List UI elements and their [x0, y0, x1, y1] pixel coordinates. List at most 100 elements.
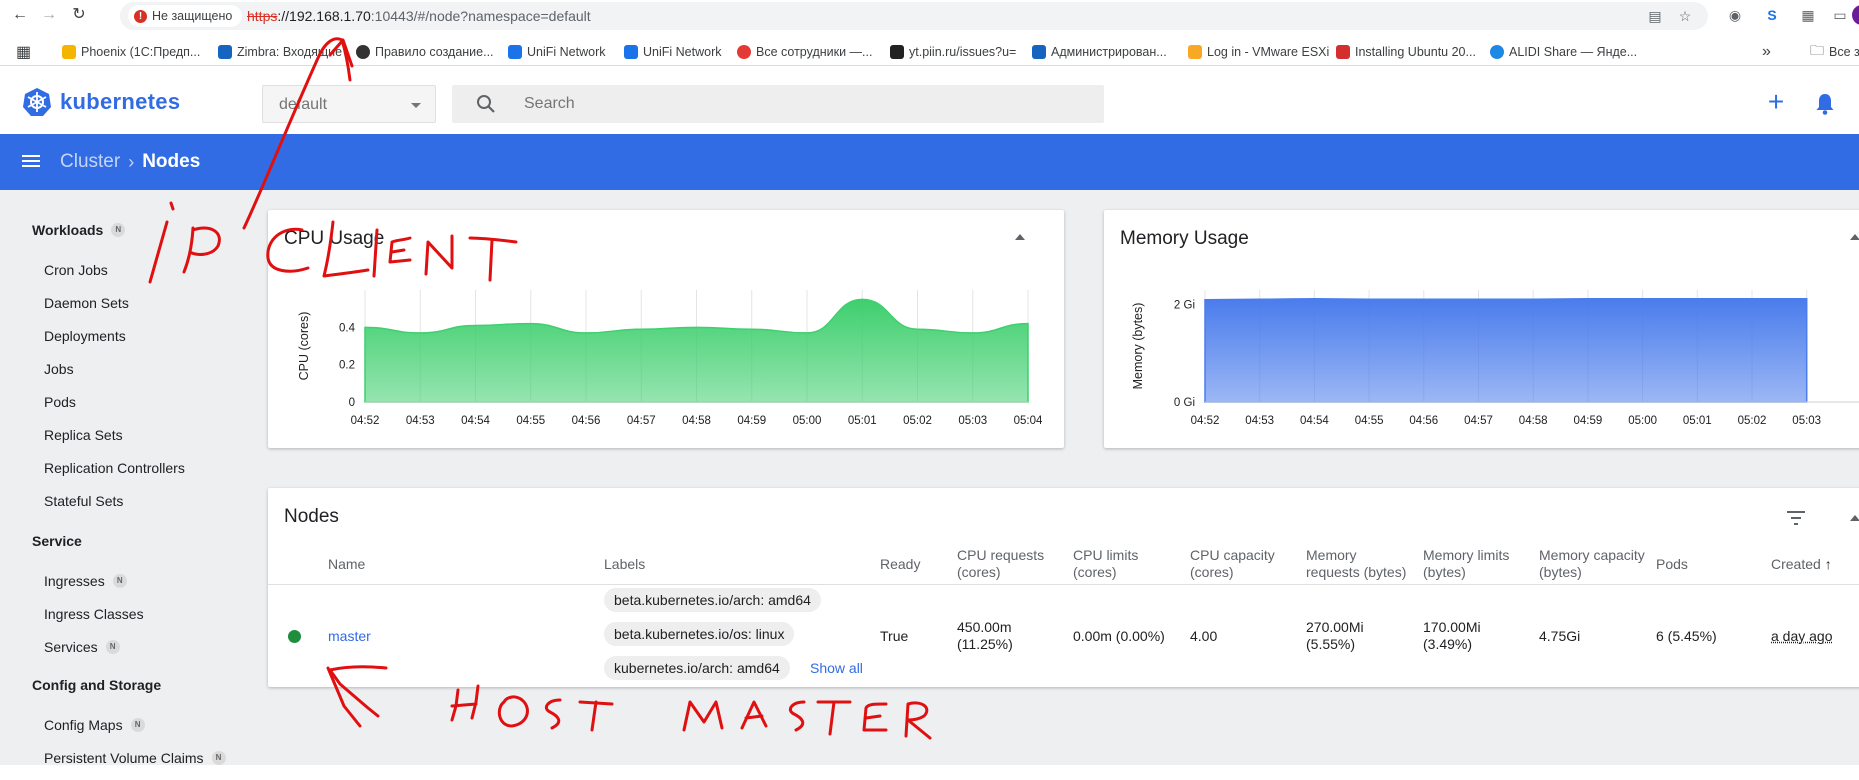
folder-icon: 🗀: [1810, 42, 1824, 58]
address-bar[interactable]: ! Не защищено https://192.168.1.70:10443…: [120, 2, 1708, 30]
x-tick-label: 04:54: [461, 415, 490, 427]
sidebar-item-services[interactable]: Services N: [44, 639, 120, 655]
reload-icon[interactable]: ↻: [68, 4, 90, 26]
sidebar-item-persistent-volume-claims[interactable]: Persistent Volume Claims N: [44, 750, 226, 766]
bookmark-favicon-icon: [1490, 45, 1504, 59]
back-arrow-icon[interactable]: ←: [9, 4, 31, 26]
url-path: :10443/#/node?namespace=default: [370, 8, 591, 24]
bookmark-item[interactable]: UniFi Network: [508, 42, 606, 62]
breadcrumb-current: Nodes: [142, 151, 201, 172]
sidebar-item-stateful-sets[interactable]: Stateful Sets: [44, 493, 123, 509]
extension-icon[interactable]: ◉: [1725, 5, 1745, 25]
sidebar-item-daemon-sets[interactable]: Daemon Sets: [44, 295, 129, 311]
x-tick-label: 05:04: [1014, 415, 1043, 427]
x-tick-label: 04:56: [1409, 415, 1438, 427]
memory-usage-chart: 04:52 04:53 04:54 04:55 04:56 04:57 04:58 04:59…: [1131, 290, 1859, 427]
search-input[interactable]: [524, 85, 1084, 123]
bookmark-item[interactable]: ALIDI Share — Янде...: [1490, 42, 1637, 62]
x-tick-label: 05:01: [848, 415, 877, 427]
bookmark-folder[interactable]: 🗀 Все з: [1810, 42, 1859, 62]
namespaced-badge: N: [112, 574, 127, 588]
sidebar-item-pods[interactable]: Pods: [44, 394, 76, 410]
namespaced-badge: N: [105, 640, 120, 654]
puzzle-icon[interactable]: ▦: [1798, 5, 1818, 25]
search-box[interactable]: [452, 85, 1104, 123]
bookmark-item[interactable]: Log in - VMware ESXi: [1188, 42, 1329, 62]
x-tick-label: 04:55: [516, 415, 545, 427]
bookmark-item[interactable]: Администрирован...: [1032, 42, 1167, 62]
sidebar-item-ingress-classes[interactable]: Ingress Classes: [44, 606, 144, 622]
url-text[interactable]: https://192.168.1.70:10443/#/node?namesp…: [247, 2, 591, 30]
search-icon: [477, 95, 495, 113]
bookmark-favicon-icon: [1336, 45, 1350, 59]
pods-value: 6 (5.45%): [1656, 628, 1717, 644]
security-warning-chip[interactable]: ! Не защищено: [128, 5, 243, 27]
x-tick-label: 05:01: [1683, 415, 1712, 427]
bookmark-item[interactable]: Все сотрудники —...: [737, 42, 872, 62]
bottom-strip: [0, 765, 1859, 780]
hamburger-menu-icon[interactable]: [22, 152, 42, 172]
sidebar-group-service[interactable]: Service: [32, 533, 82, 549]
bookmark-star-icon[interactable]: ☆: [1676, 7, 1694, 25]
show-all-labels-link[interactable]: Show all: [810, 660, 863, 677]
sidebar-item-config-maps[interactable]: Config Maps N: [44, 717, 145, 733]
x-tick-label: 04:59: [1574, 415, 1603, 427]
bookmark-item[interactable]: Правило создание...: [356, 42, 494, 62]
s-extension-icon[interactable]: S: [1762, 5, 1782, 25]
logo-text: kubernetes: [60, 89, 181, 114]
x-tick-label: 04:57: [1464, 415, 1493, 427]
namespace-select[interactable]: default: [262, 85, 436, 123]
filter-icon[interactable]: [1785, 508, 1807, 528]
bookmark-favicon-icon: [737, 45, 751, 59]
x-tick-label: 04:58: [1519, 415, 1548, 427]
sort-arrow-up-icon: ↑: [1824, 556, 1832, 572]
namespaced-badge: N: [111, 223, 126, 237]
create-plus-button[interactable]: +: [1762, 88, 1790, 117]
profile-avatar[interactable]: [1852, 5, 1859, 25]
col-header-created[interactable]: Created ↑: [1771, 556, 1832, 573]
more-bookmarks-icon[interactable]: »: [1762, 42, 1771, 62]
notifications-bell-icon[interactable]: [1812, 91, 1838, 117]
apps-grid-icon[interactable]: ▦: [16, 42, 31, 62]
forward-arrow-icon[interactable]: →: [38, 4, 60, 26]
sidebar-item-cron-jobs[interactable]: Cron Jobs: [44, 262, 108, 278]
bookmark-favicon-icon: [356, 45, 370, 59]
bookmark-item[interactable]: yt.piin.ru/issues?u=: [890, 42, 1016, 62]
bookmark-favicon-icon: [218, 45, 232, 59]
app-header: kubernetes default +: [0, 67, 1859, 134]
x-tick-label: 05:00: [793, 415, 822, 427]
col-header-cpu-capacity: CPU capacity (cores): [1190, 547, 1275, 580]
sidebar-item-replication-controllers[interactable]: Replication Controllers: [44, 460, 185, 476]
sidebar-item-deployments[interactable]: Deployments: [44, 328, 126, 344]
col-header-memory-capacity: Memory capacity (bytes): [1539, 547, 1645, 580]
cpu-usage-chart: 04:52 04:53 04:54 04:55 04:56 04:57 04:58 04:59…: [297, 290, 1043, 427]
col-header-name[interactable]: Name: [328, 556, 365, 573]
sidebar-group-config-storage[interactable]: Config and Storage: [32, 677, 161, 693]
breadcrumb-cluster-link[interactable]: Cluster: [60, 134, 120, 190]
bookmark-item[interactable]: Zimbra: Входящие: [218, 42, 342, 62]
sidepanel-icon[interactable]: ▭: [1830, 5, 1850, 25]
kubernetes-wheel-icon: [23, 88, 51, 116]
sidebar-item-replica-sets[interactable]: Replica Sets: [44, 427, 123, 443]
x-tick-label: 05:03: [1792, 415, 1821, 427]
bookmark-item[interactable]: Phoenix (1С:Предп...: [62, 42, 200, 62]
chevron-right-icon: ›: [128, 152, 135, 172]
node-name-link[interactable]: master: [328, 628, 371, 645]
translate-icon[interactable]: ▤: [1646, 7, 1664, 25]
kubernetes-logo[interactable]: kubernetes: [22, 87, 180, 117]
y-tick-label: 2 Gi: [1174, 300, 1195, 312]
sidebar-item-jobs[interactable]: Jobs: [44, 361, 74, 377]
collapse-caret-icon[interactable]: [1850, 515, 1859, 521]
bookmark-favicon-icon: [508, 45, 522, 59]
bookmarks-bar: ▦ Phoenix (1С:Предп... Zimbra: Входящие …: [0, 38, 1859, 66]
x-tick-label: 04:53: [406, 415, 435, 427]
sidebar-group-workloads[interactable]: Workloads N: [32, 222, 126, 238]
bookmark-favicon-icon: [890, 45, 904, 59]
url-scheme: https: [247, 8, 278, 24]
bookmark-item[interactable]: Installing Ubuntu 20...: [1336, 42, 1476, 62]
bookmark-item[interactable]: UniFi Network: [624, 42, 722, 62]
y-axis-label: CPU (cores): [297, 312, 311, 381]
sidebar-item-ingresses[interactable]: Ingresses N: [44, 573, 127, 589]
memory-limits-value: 170.00Mi (3.49%): [1423, 619, 1481, 652]
x-tick-label: 04:52: [351, 415, 380, 427]
